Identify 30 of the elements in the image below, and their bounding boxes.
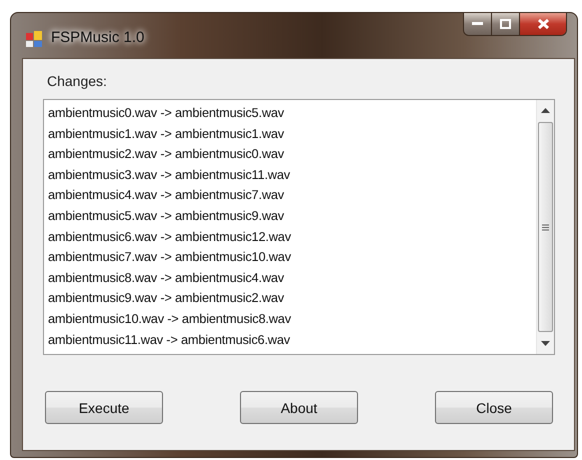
list-item[interactable]: ambientmusic1.wav -> ambientmusic1.wav [48,124,532,144]
dialog-button[interactable]: Execute [45,391,163,424]
list-item[interactable]: ambientmusic6.wav -> ambientmusic12.wav [48,226,532,248]
maximize-button[interactable] [491,13,519,35]
dialog-button[interactable]: About [240,391,358,424]
scroll-down-icon[interactable] [541,341,550,346]
close-window-button[interactable] [519,13,566,35]
list-item[interactable]: ambientmusic2.wav -> ambientmusic0.wav [48,144,532,165]
list-item[interactable]: ambientmusic4.wav -> ambientmusic7.wav [48,185,532,206]
window-title: FSPMusic 1.0 [51,29,144,46]
list-item[interactable]: ambientmusic8.wav -> ambientmusic4.wav [48,268,532,288]
minimize-icon [472,22,483,26]
list-item[interactable]: ambientmusic10.wav -> ambientmusic8.wav [48,308,532,330]
app-icon [25,30,43,48]
list-item[interactable]: ambientmusic0.wav -> ambientmusic5.wav [48,103,532,124]
grip-icon [542,224,549,230]
list-item[interactable]: ambientmusic5.wav -> ambientmusic9.wav [48,206,532,227]
maximize-icon [500,19,511,29]
minimize-button[interactable] [464,13,491,35]
changes-list[interactable] [43,99,555,355]
close-icon [536,18,550,30]
scroll-thumb[interactable] [538,122,553,332]
changes-label: Changes: [47,73,108,89]
dialog-button[interactable]: Close [435,391,553,424]
list-item[interactable]: ambientmusic9.wav -> ambientmusic2.wav [48,288,532,309]
list-item[interactable]: ambientmusic3.wav -> ambientmusic11.wav [48,164,532,186]
scrollbar[interactable] [536,100,554,354]
scroll-up-icon[interactable] [541,108,550,113]
list-item[interactable]: ambientmusic11.wav -> ambientmusic6.wav [48,330,532,350]
list-item[interactable]: ambientmusic7.wav -> ambientmusic10.wav [48,247,532,268]
